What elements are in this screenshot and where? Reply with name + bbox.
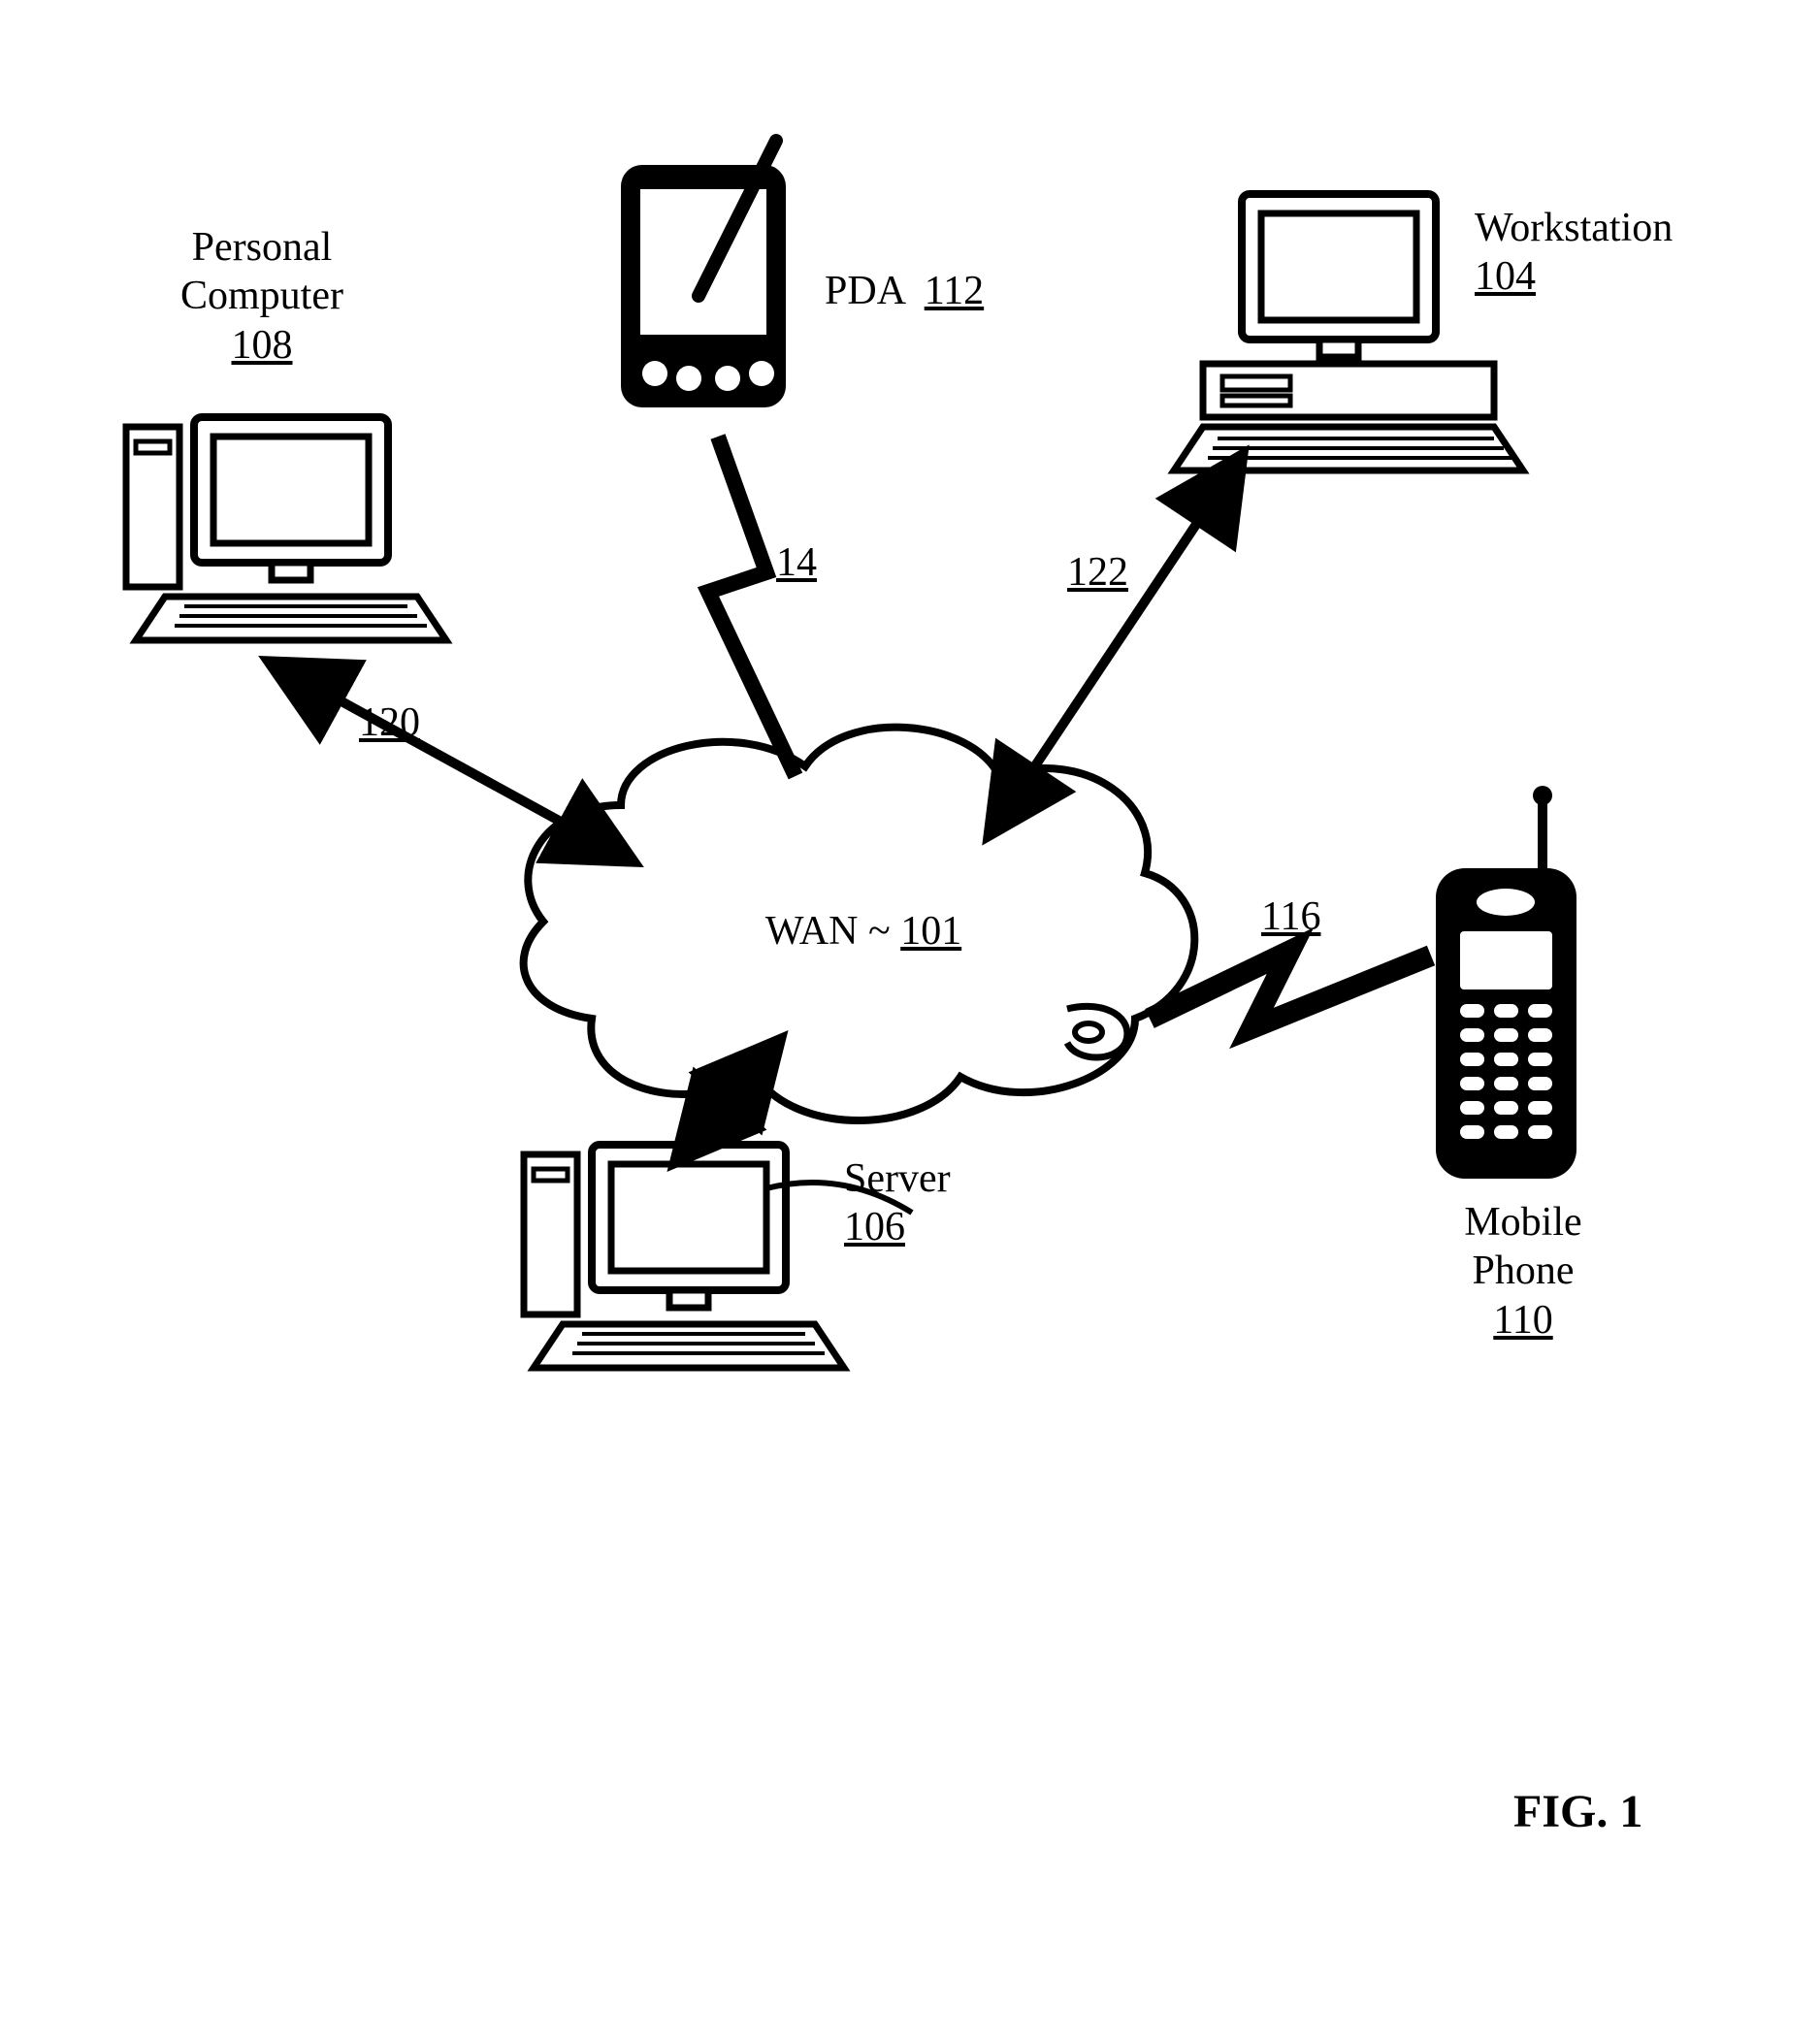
pda-ref: 112 — [925, 269, 984, 313]
server-label-block: Server 106 — [844, 1154, 1096, 1252]
pc-label: Personal Computer 108 — [116, 223, 407, 370]
workstation-label-block: Workstation 104 — [1475, 204, 1785, 302]
mobile-label-line2: Phone — [1473, 1248, 1575, 1293]
mobile-ref: 110 — [1493, 1298, 1552, 1343]
server-ref: 106 — [844, 1205, 905, 1249]
figure-label: FIG. 1 — [1513, 1785, 1642, 1838]
link-workstation-wan-ref: 122 — [1067, 548, 1128, 597]
pda-icon — [621, 141, 786, 407]
link-pda-wan-ref: 14 — [776, 538, 817, 587]
workstation-ref: 104 — [1475, 254, 1536, 299]
mobile-phone-icon — [1436, 786, 1576, 1179]
mobile-label-block: Mobile Phone 110 — [1416, 1198, 1630, 1345]
wan-ref: 101 — [900, 909, 961, 954]
link-pda-wan — [708, 437, 796, 776]
workstation-label: Workstation — [1475, 206, 1673, 250]
pc-label-line2: Computer — [180, 274, 343, 318]
pda-label: PDA — [825, 269, 904, 313]
link-pc-wan — [301, 679, 601, 844]
workstation-icon — [1174, 194, 1523, 470]
wan-label-prefix: WAN ~ — [765, 909, 900, 954]
server-label: Server — [844, 1156, 951, 1201]
link-mobile-wan-ref: 116 — [1261, 892, 1320, 941]
pda-label-block: PDA 112 — [825, 267, 1038, 315]
pc-ref: 108 — [232, 323, 293, 368]
pc-label-line1: Personal — [192, 225, 333, 270]
diagram-canvas: Personal Computer 108 PDA 112 Workstatio… — [0, 0, 1820, 2043]
personal-computer-icon — [126, 417, 446, 640]
wan-label-block: WAN ~ 101 — [718, 907, 1009, 956]
mobile-label-line1: Mobile — [1464, 1200, 1581, 1245]
link-workstation-wan — [1009, 485, 1222, 805]
link-pc-wan-ref: 120 — [359, 698, 420, 747]
